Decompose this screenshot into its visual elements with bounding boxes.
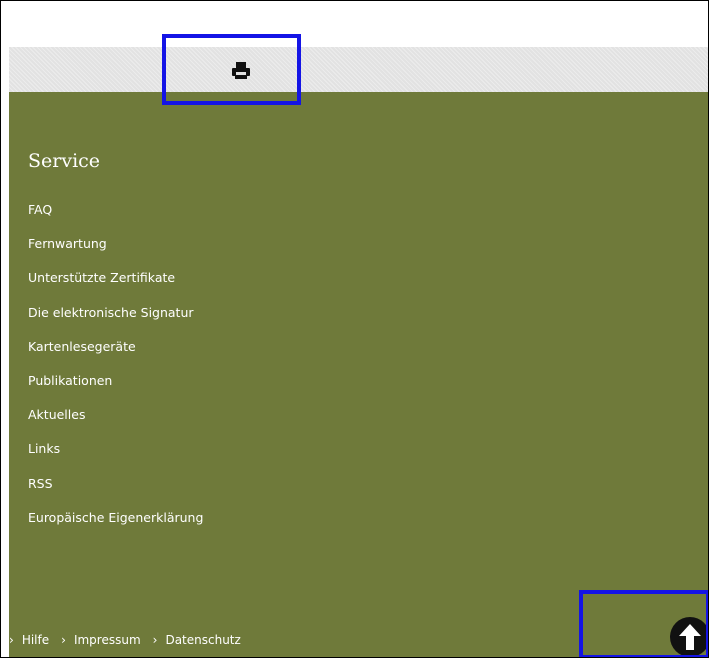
list-item: Publikationen: [28, 371, 203, 405]
back-to-top-button[interactable]: [670, 617, 708, 657]
service-link-rss[interactable]: RSS: [28, 476, 53, 491]
service-link-publikationen[interactable]: Publikationen: [28, 373, 112, 388]
list-item: RSS: [28, 474, 203, 508]
header-area: [9, 1, 708, 47]
arrow-up-icon: [679, 624, 701, 650]
service-link-links[interactable]: Links: [28, 441, 60, 456]
list-item: Unterstützte Zertifikate: [28, 268, 203, 302]
list-item: FAQ: [28, 200, 203, 234]
chevron-right-icon: ›: [152, 633, 158, 647]
bottom-links: › Hilfe › Impressum › Datenschutz: [9, 633, 253, 647]
service-heading: Service: [28, 150, 101, 172]
service-list: FAQ Fernwartung Unterstützte Zertifikate…: [28, 200, 203, 542]
list-item: Kartenlesegeräte: [28, 337, 203, 371]
page-frame: Service FAQ Fernwartung Unterstützte Zer…: [0, 0, 709, 658]
list-item: Links: [28, 439, 203, 473]
chevron-right-icon: ›: [9, 633, 14, 647]
link-datenschutz[interactable]: Datenschutz: [165, 633, 240, 647]
list-item: Die elektronische Signatur: [28, 303, 203, 337]
list-item: Aktuelles: [28, 405, 203, 439]
print-toolbar: [9, 47, 708, 92]
link-hilfe[interactable]: Hilfe: [22, 633, 49, 647]
service-link-zertifikate[interactable]: Unterstützte Zertifikate: [28, 270, 175, 285]
service-link-kartenlesegeraete[interactable]: Kartenlesegeräte: [28, 339, 136, 354]
list-item: Fernwartung: [28, 234, 203, 268]
chevron-right-icon: ›: [61, 633, 66, 647]
link-impressum[interactable]: Impressum: [74, 633, 141, 647]
service-link-eigenerklaerung[interactable]: Europäische Eigenerklärung: [28, 510, 203, 525]
service-link-aktuelles[interactable]: Aktuelles: [28, 407, 85, 422]
footer: Service FAQ Fernwartung Unterstützte Zer…: [9, 92, 708, 657]
service-link-fernwartung[interactable]: Fernwartung: [28, 236, 107, 251]
service-link-signatur[interactable]: Die elektronische Signatur: [28, 305, 194, 320]
service-link-faq[interactable]: FAQ: [28, 202, 52, 217]
print-icon[interactable]: [231, 61, 251, 81]
list-item: Europäische Eigenerklärung: [28, 508, 203, 542]
